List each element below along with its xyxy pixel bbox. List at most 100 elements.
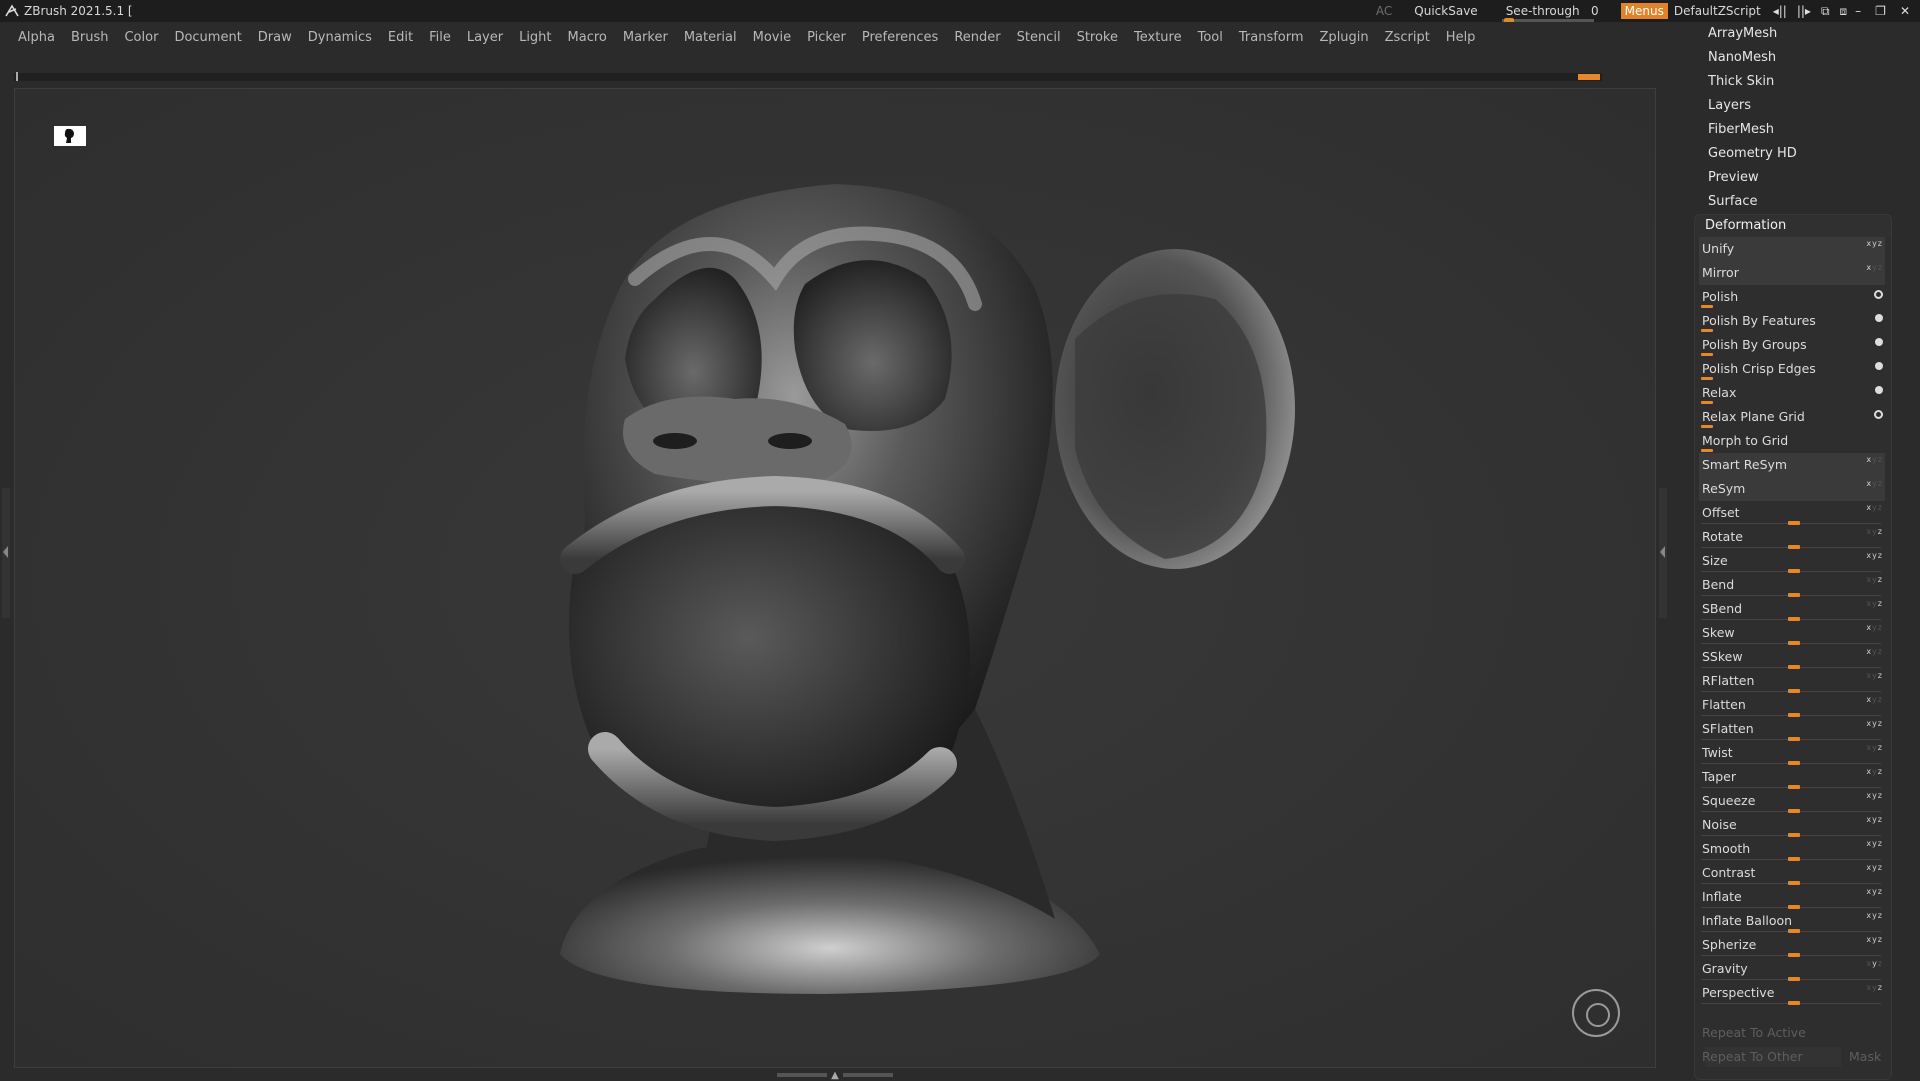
- deform-spherize-slider[interactable]: Spherize xyz: [1699, 933, 1885, 957]
- section-arraymesh[interactable]: ArrayMesh: [1708, 22, 1797, 46]
- deform-polish-by-features-slider[interactable]: Polish By Features: [1699, 309, 1885, 333]
- minimize-icon[interactable]: –: [1855, 4, 1861, 18]
- axis-toggle-icon[interactable]: xyz: [1866, 671, 1883, 680]
- menu-dynamics[interactable]: Dynamics: [308, 30, 372, 45]
- deform-smooth-slider[interactable]: Smooth xyz: [1699, 837, 1885, 861]
- menu-alpha[interactable]: Alpha: [18, 30, 55, 45]
- axis-toggle-icon[interactable]: xyz: [1866, 719, 1883, 728]
- axis-toggle-icon[interactable]: xyz: [1866, 263, 1883, 272]
- default-zscript-button[interactable]: DefaultZScript: [1674, 4, 1761, 18]
- axis-toggle-icon[interactable]: xyz: [1866, 551, 1883, 560]
- deform-rflatten-slider[interactable]: RFlatten xyz: [1699, 669, 1885, 693]
- deform-flatten-slider[interactable]: Flatten xyz: [1699, 693, 1885, 717]
- menu-texture[interactable]: Texture: [1134, 30, 1182, 45]
- section-geometry-hd[interactable]: Geometry HD: [1708, 142, 1797, 166]
- quicksave-button[interactable]: QuickSave: [1414, 4, 1477, 18]
- menu-zplugin[interactable]: Zplugin: [1320, 30, 1369, 45]
- ac-toggle[interactable]: AC: [1376, 4, 1392, 18]
- expand-up-icon[interactable]: ▲: [831, 1070, 839, 1081]
- deform-perspective-slider[interactable]: Perspective xyz: [1699, 981, 1885, 1005]
- deform-size-slider[interactable]: Size xyz: [1699, 549, 1885, 573]
- axis-toggle-icon[interactable]: xyz: [1866, 863, 1883, 872]
- deform-sskew-slider[interactable]: SSkew xyz: [1699, 645, 1885, 669]
- left-tray-handle[interactable]: [2, 488, 10, 618]
- menu-render[interactable]: Render: [954, 30, 1000, 45]
- axis-toggle-icon[interactable]: xyz: [1866, 911, 1883, 920]
- deform-unify-button[interactable]: Unify xyz: [1699, 237, 1885, 261]
- menu-tool[interactable]: Tool: [1198, 30, 1223, 45]
- section-layers[interactable]: Layers: [1708, 94, 1797, 118]
- axis-toggle-icon[interactable]: xyz: [1866, 791, 1883, 800]
- deform-smart-resym-button[interactable]: Smart ReSym xyz: [1699, 453, 1885, 477]
- deform-relax-plane-grid-slider[interactable]: Relax Plane Grid: [1699, 405, 1885, 429]
- axis-toggle-icon[interactable]: xyz: [1866, 935, 1883, 944]
- close-icon[interactable]: ✕: [1900, 4, 1910, 18]
- menu-brush[interactable]: Brush: [71, 30, 109, 45]
- menu-stencil[interactable]: Stencil: [1017, 30, 1061, 45]
- bottom-tray-handle[interactable]: ▲: [770, 1070, 900, 1081]
- see-through-slider[interactable]: See-through 0: [1501, 4, 1603, 23]
- deform-squeeze-slider[interactable]: Squeeze xyz: [1699, 789, 1885, 813]
- menu-draw[interactable]: Draw: [258, 30, 292, 45]
- axis-toggle-icon[interactable]: xyz: [1866, 983, 1883, 992]
- menu-preferences[interactable]: Preferences: [862, 30, 938, 45]
- deform-morph-to-grid-slider[interactable]: Morph to Grid: [1699, 429, 1885, 453]
- deform-polish-by-groups-slider[interactable]: Polish By Groups: [1699, 333, 1885, 357]
- restore-icon[interactable]: ❐: [1875, 4, 1886, 18]
- axis-toggle-icon[interactable]: xyz: [1866, 599, 1883, 608]
- menu-edit[interactable]: Edit: [388, 30, 413, 45]
- prev-layout-icon[interactable]: ◂||: [1773, 4, 1787, 19]
- mask-button[interactable]: Mask: [1849, 1049, 1881, 1064]
- deform-inflate-balloon-slider[interactable]: Inflate Balloon xyz: [1699, 909, 1885, 933]
- deform-resym-button[interactable]: ReSym xyz: [1699, 477, 1885, 501]
- section-thick-skin[interactable]: Thick Skin: [1708, 70, 1797, 94]
- deform-sflatten-slider[interactable]: SFlatten xyz: [1699, 717, 1885, 741]
- axis-toggle-icon[interactable]: xyz: [1866, 575, 1883, 584]
- axis-toggle-icon[interactable]: xyz: [1866, 455, 1883, 464]
- menu-picker[interactable]: Picker: [807, 30, 846, 45]
- menus-toggle[interactable]: Menus: [1620, 3, 1668, 19]
- axis-toggle-icon[interactable]: xyz: [1866, 503, 1883, 512]
- section-preview[interactable]: Preview: [1708, 166, 1797, 190]
- slider-knob[interactable]: [1788, 1001, 1800, 1005]
- deform-twist-slider[interactable]: Twist xyz: [1699, 741, 1885, 765]
- feature-dot-icon[interactable]: [1875, 314, 1883, 322]
- menu-light[interactable]: Light: [519, 30, 551, 45]
- axis-toggle-icon[interactable]: xyz: [1866, 647, 1883, 656]
- deform-noise-slider[interactable]: Noise xyz: [1699, 813, 1885, 837]
- sculpt-model[interactable]: [15, 89, 1657, 1069]
- layout-float-icon[interactable]: ⧈: [1840, 4, 1848, 19]
- deform-gravity-slider[interactable]: Gravity xyz: [1699, 957, 1885, 981]
- menu-movie[interactable]: Movie: [753, 30, 791, 45]
- axis-toggle-icon[interactable]: xyz: [1866, 527, 1883, 536]
- menu-transform[interactable]: Transform: [1239, 30, 1304, 45]
- deform-polish-crisp-edges-slider[interactable]: Polish Crisp Edges: [1699, 357, 1885, 381]
- deformation-header[interactable]: Deformation: [1695, 215, 1891, 237]
- navigation-gizmo-icon[interactable]: [1572, 989, 1620, 1037]
- feature-dot-icon[interactable]: [1875, 386, 1883, 394]
- menu-help[interactable]: Help: [1446, 30, 1476, 45]
- feature-ring-icon[interactable]: [1874, 410, 1883, 419]
- deform-offset-slider[interactable]: Offset xyz: [1699, 501, 1885, 525]
- menu-color[interactable]: Color: [124, 30, 158, 45]
- menu-zscript[interactable]: Zscript: [1385, 30, 1430, 45]
- axis-toggle-icon[interactable]: xyz: [1866, 887, 1883, 896]
- deform-sbend-slider[interactable]: SBend xyz: [1699, 597, 1885, 621]
- deform-mirror-button[interactable]: Mirror xyz: [1699, 261, 1885, 285]
- axis-toggle-icon[interactable]: xyz: [1866, 767, 1883, 776]
- axis-toggle-icon[interactable]: xyz: [1866, 695, 1883, 704]
- axis-toggle-icon[interactable]: xyz: [1866, 479, 1883, 488]
- menu-file[interactable]: File: [429, 30, 451, 45]
- feature-ring-icon[interactable]: [1874, 290, 1883, 299]
- axis-toggle-icon[interactable]: xyz: [1866, 959, 1883, 968]
- deform-relax-slider[interactable]: Relax: [1699, 381, 1885, 405]
- axis-toggle-icon[interactable]: xyz: [1866, 839, 1883, 848]
- menu-document[interactable]: Document: [174, 30, 241, 45]
- menu-marker[interactable]: Marker: [623, 30, 668, 45]
- menu-stroke[interactable]: Stroke: [1077, 30, 1118, 45]
- deform-contrast-slider[interactable]: Contrast xyz: [1699, 861, 1885, 885]
- menu-macro[interactable]: Macro: [568, 30, 607, 45]
- feature-dot-icon[interactable]: [1875, 338, 1883, 346]
- axis-toggle-icon[interactable]: xyz: [1866, 815, 1883, 824]
- deform-inflate-slider[interactable]: Inflate xyz: [1699, 885, 1885, 909]
